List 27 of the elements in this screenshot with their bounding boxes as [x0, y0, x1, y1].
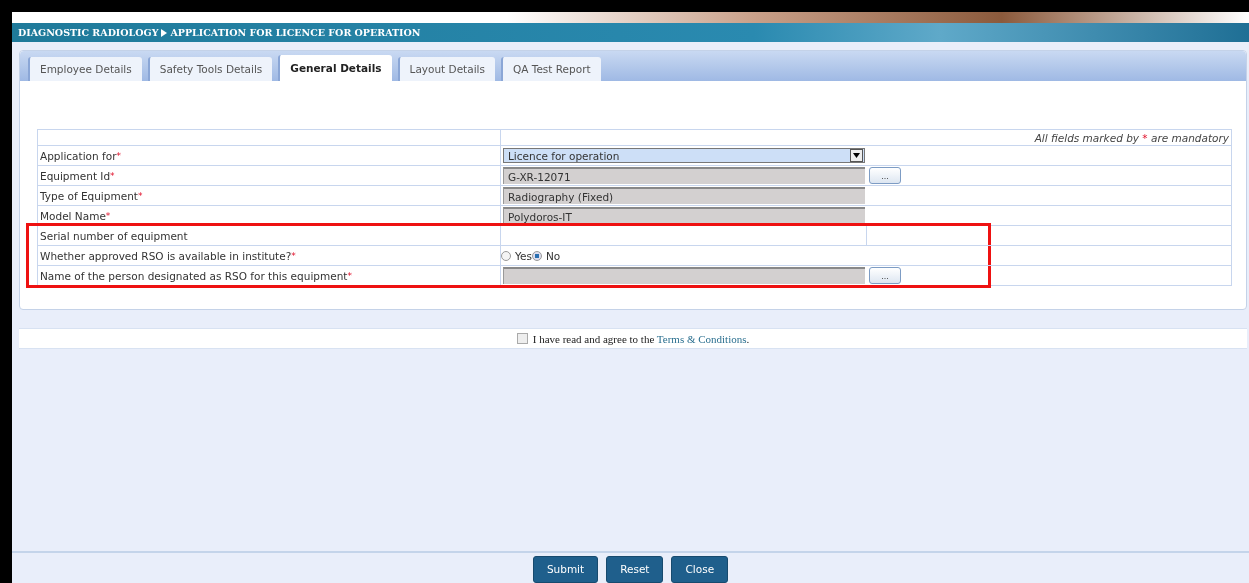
- tab[interactable]: Layout Details: [397, 57, 495, 81]
- radio-label[interactable]: Yes: [515, 249, 532, 262]
- radio-button[interactable]: [501, 250, 511, 261]
- browse-button[interactable]: ...: [869, 267, 901, 284]
- input-field[interactable]: Radiography (Fixed): [503, 187, 865, 204]
- agreement-text: I have read and agree to the Terms & Conditions.: [532, 332, 750, 345]
- breadcrumb-page: APPLICATION FOR LICENCE FOR OPERATION: [170, 27, 421, 38]
- field-label: Serial number of equipment: [38, 226, 501, 245]
- action-button[interactable]: Reset: [606, 555, 664, 583]
- browse-button[interactable]: ...: [869, 167, 901, 184]
- caret-icon: [850, 149, 863, 162]
- tab[interactable]: Safety Tools Details: [147, 57, 273, 81]
- input-field[interactable]: G-XR-12071: [503, 167, 865, 184]
- tab[interactable]: QA Test Report: [500, 57, 601, 81]
- tab[interactable]: Employee Details: [28, 57, 142, 81]
- action-button[interactable]: Submit: [532, 555, 599, 583]
- radio-button[interactable]: [531, 250, 542, 261]
- agree-checkbox[interactable]: [516, 333, 528, 344]
- terms-link[interactable]: Terms & Conditions: [656, 332, 747, 345]
- arrow-icon: [161, 28, 168, 37]
- application-select[interactable]: Licence for operation: [503, 148, 865, 163]
- radio-label[interactable]: No: [545, 249, 561, 262]
- breadcrumb-section: DIAGNOSTIC RADIOLOGY: [18, 27, 159, 38]
- input-field[interactable]: [503, 267, 865, 284]
- action-button[interactable]: Close: [671, 555, 729, 583]
- mandatory-note: All fields marked by * are mandatory: [1033, 131, 1230, 144]
- tab[interactable]: General Details: [278, 55, 392, 81]
